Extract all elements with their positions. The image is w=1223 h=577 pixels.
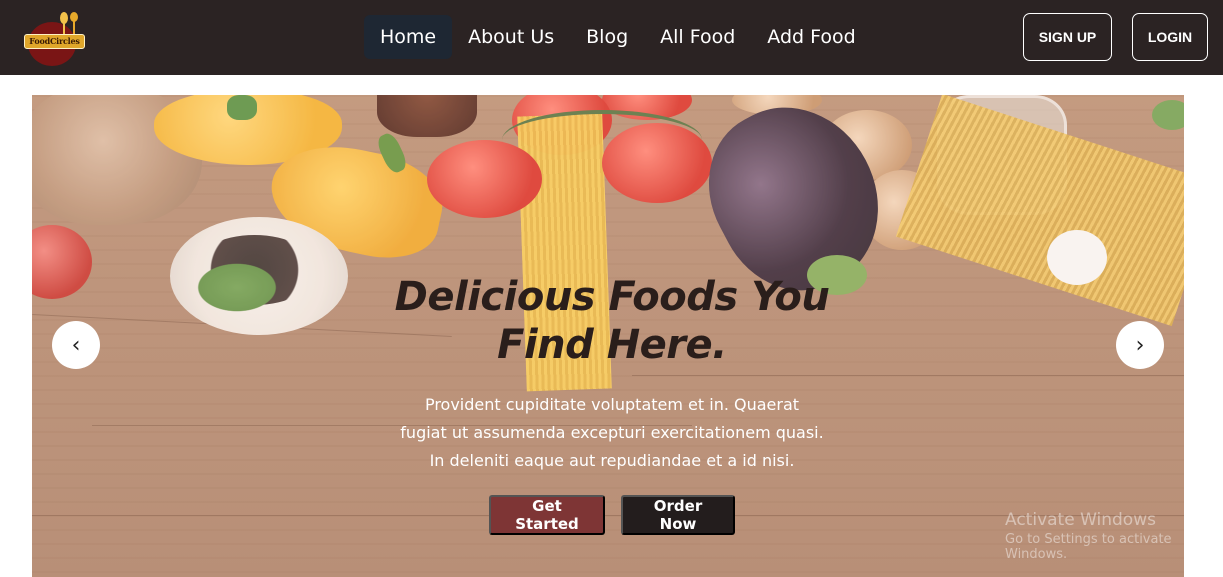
watermark-title: Activate Windows [1005, 510, 1156, 530]
nav-blog[interactable]: Blog [570, 15, 644, 59]
chevron-left-icon: ‹ [71, 332, 81, 358]
navbar: FoodCircles Home About Us Blog All Food … [0, 0, 1223, 75]
signup-button[interactable]: SIGN UP [1023, 13, 1112, 61]
order-now-button[interactable]: Order Now [621, 495, 735, 535]
carousel-prev-button[interactable]: ‹ [52, 321, 100, 369]
hero-carousel: Delicious Foods You Find Here. Provident… [32, 95, 1184, 577]
nav-home[interactable]: Home [364, 15, 453, 59]
carousel-next-button[interactable]: › [1116, 321, 1164, 369]
hero-description: Provident cupiditate voluptatem et in. Q… [400, 395, 824, 470]
windows-activation-watermark: Activate Windows Go to Settings to activ… [1005, 510, 1223, 562]
hero-title: Delicious Foods You Find Here. [394, 274, 830, 368]
nav-add-food[interactable]: Add Food [751, 15, 871, 59]
cutlery-icon [60, 12, 78, 34]
hero-buttons: Get Started Order Now [382, 495, 842, 535]
login-button[interactable]: LOGIN [1132, 13, 1208, 61]
logo-text: FoodCircles [24, 34, 85, 49]
chevron-right-icon: › [1135, 332, 1145, 358]
watermark-subtitle: Go to Settings to activate Windows. [1005, 532, 1172, 562]
brand-logo[interactable]: FoodCircles [24, 12, 88, 66]
nav-all-food[interactable]: All Food [644, 15, 751, 59]
get-started-button[interactable]: Get Started [489, 495, 605, 535]
main-nav: Home About Us Blog All Food Add Food [364, 15, 872, 59]
nav-about-us[interactable]: About Us [452, 15, 570, 59]
hero-content: Delicious Foods You Find Here. Provident… [382, 273, 842, 535]
